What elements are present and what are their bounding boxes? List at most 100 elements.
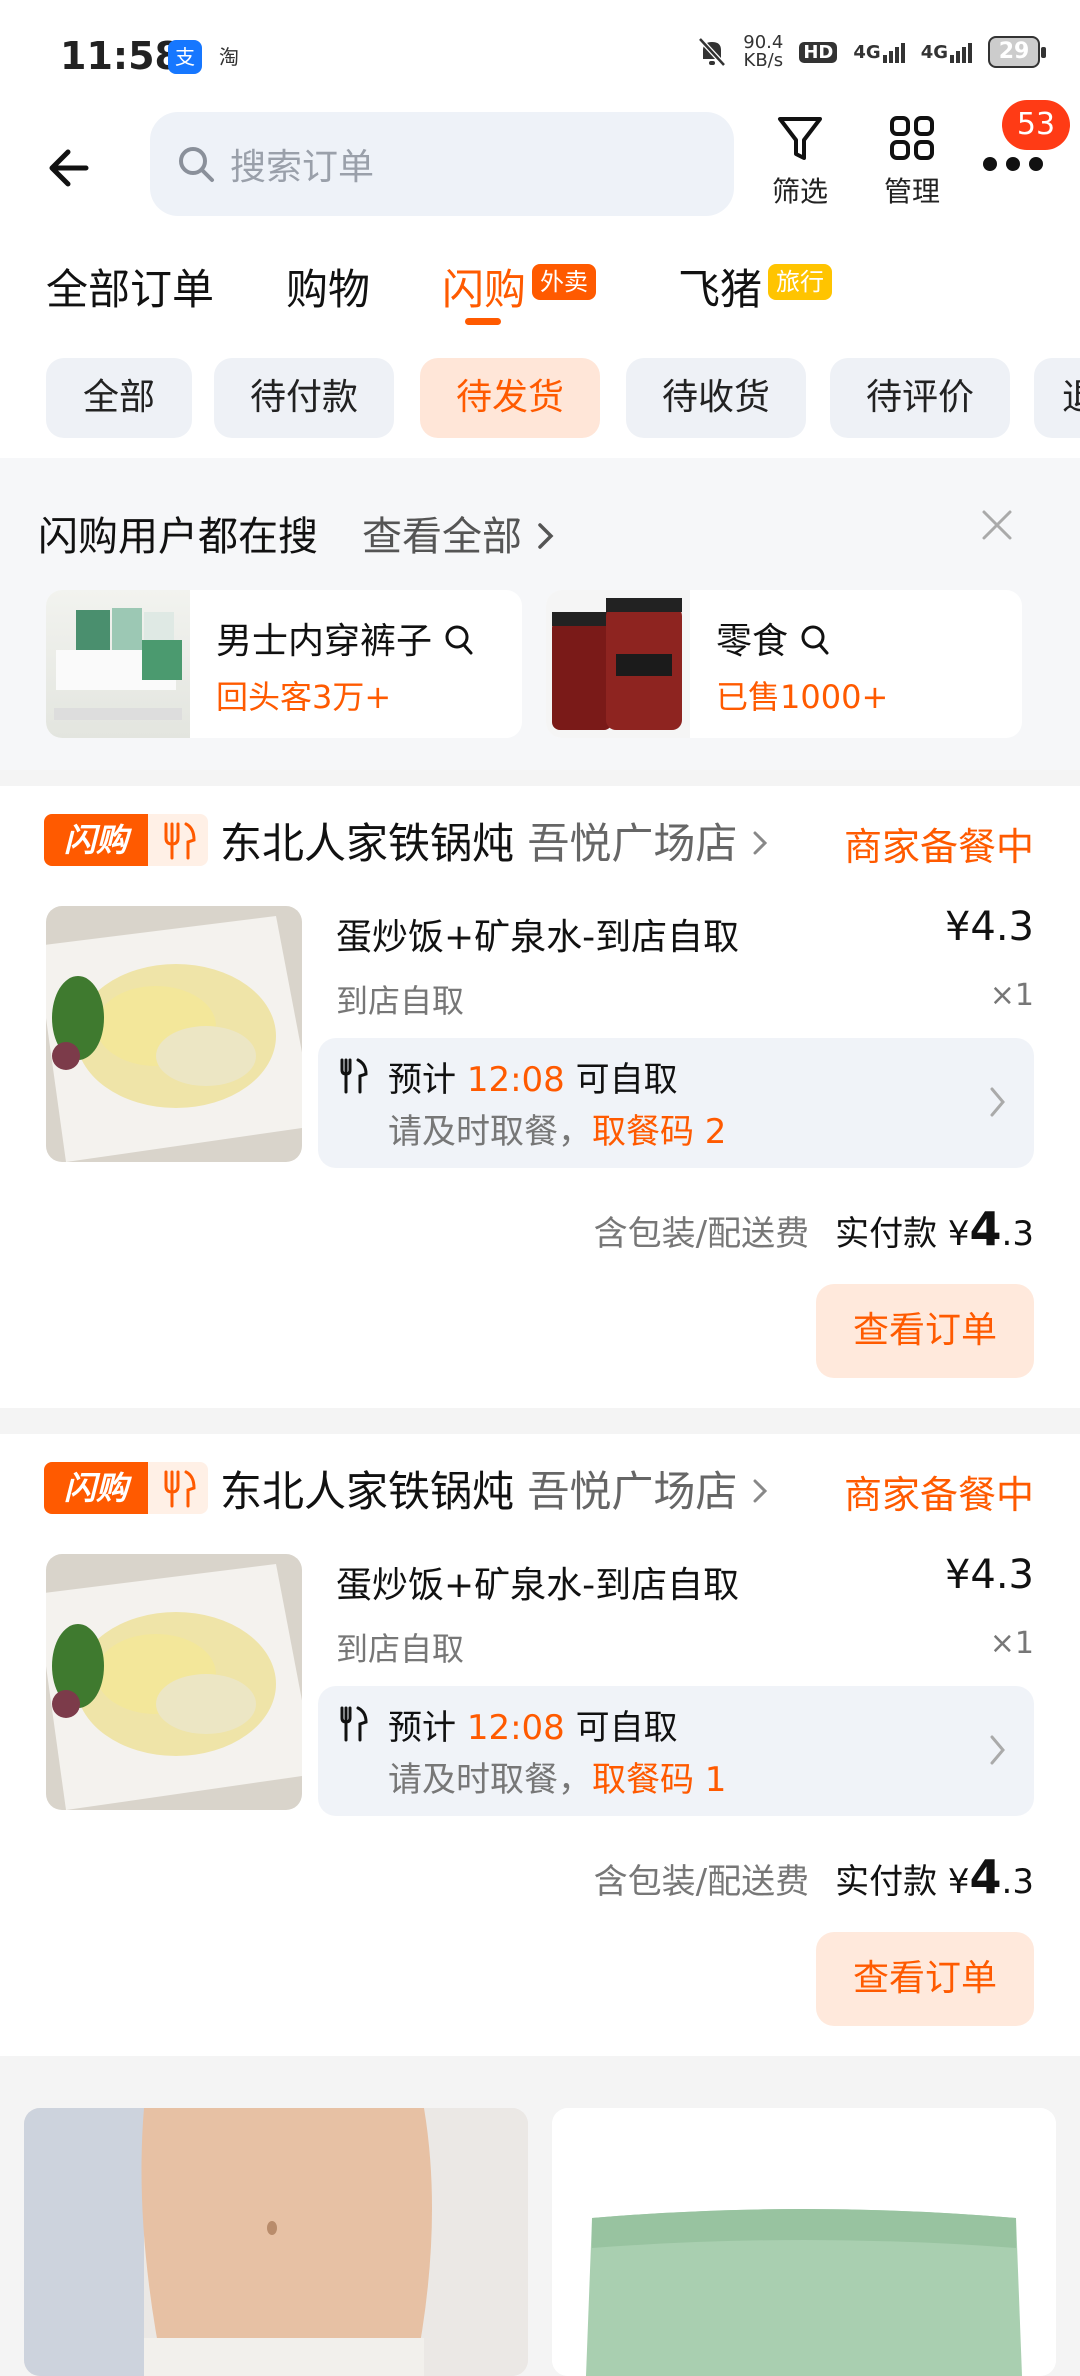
shop-branch: 吾悦广场店 [527, 819, 738, 868]
tab-all-orders[interactable]: 全部订单 [46, 256, 214, 317]
chevron-right-icon [537, 523, 554, 549]
hot-card-title: 零食 [716, 612, 831, 664]
food-image [46, 906, 302, 1162]
search-icon [179, 147, 214, 182]
fee-note: 含包装/配送费 [593, 1214, 810, 1254]
flash-badge: 闪购 [44, 1462, 148, 1514]
more-icon[interactable] [980, 154, 1046, 174]
product-image-torso [24, 2108, 528, 2376]
fee-note: 含包装/配送费 [593, 1862, 810, 1902]
manage-button[interactable]: 管理 [862, 114, 962, 210]
header: 搜索订单 筛选 管理 [0, 110, 1080, 230]
search-placeholder: 搜索订单 [230, 147, 375, 188]
see-all-label: 查看全部 [362, 514, 522, 560]
hot-card-title: 男士内穿裤子 [216, 612, 475, 664]
chevron-right-icon [753, 1479, 767, 1503]
chevron-right-icon [753, 831, 767, 855]
alipay-icon: 支 [168, 40, 202, 74]
close-icon[interactable] [980, 508, 1014, 542]
pickup-time-line: 预计 12:08 可自取 [388, 1052, 678, 1101]
see-all-link[interactable]: 查看全部 [362, 504, 557, 562]
hot-search-title: 闪购用户都在搜 [38, 514, 318, 560]
paid-int: 4 [969, 1202, 1002, 1256]
hot-card-title-text: 男士内穿裤子 [216, 621, 433, 662]
filter-label: 筛选 [771, 175, 828, 208]
net-speed: 90.4 KB/s [743, 34, 783, 70]
pickup-remind: 请及时取餐， [388, 1760, 592, 1800]
product-card[interactable] [552, 2108, 1056, 2376]
item-name: 蛋炒饭+矿泉水-到店自取 [336, 917, 740, 958]
search-icon [445, 625, 473, 655]
pickup-time: 12:08 [466, 1060, 565, 1100]
paid-amount: 实付款 ¥4.3 [835, 1850, 1034, 1904]
chip-refund[interactable]: 退 [1034, 358, 1080, 438]
chip-all[interactable]: 全部 [46, 358, 192, 438]
item-sub: 到店自取 [336, 982, 465, 1020]
pickup-info[interactable]: 预计 12:08 可自取 请及时取餐，取餐码 1 [318, 1686, 1034, 1816]
hot-search-section: 闪购用户都在搜 查看全部 男士内穿裤子 回头客3万+ 零食 已售1000+ [0, 458, 1080, 770]
item-price: ¥4.3 [944, 1552, 1034, 1598]
chip-to-review[interactable]: 待评价 [830, 358, 1010, 438]
pickup-time-line: 预计 12:08 可自取 [388, 1700, 678, 1749]
hot-card-underwear[interactable]: 男士内穿裤子 回头客3万+ [46, 590, 522, 738]
view-order-button[interactable]: 查看订单 [816, 1284, 1034, 1378]
pickup-remind-line: 请及时取餐，取餐码 2 [388, 1104, 726, 1153]
view-order-button[interactable]: 查看订单 [816, 1932, 1034, 2026]
pickup-time: 12:08 [466, 1708, 565, 1748]
pickup-suffix: 可自取 [575, 1060, 678, 1100]
underwear-product-image [46, 590, 190, 738]
tab-fliggy[interactable]: 飞猪 旅行 [678, 256, 833, 317]
pickup-info[interactable]: 预计 12:08 可自取 请及时取餐，取餐码 2 [318, 1038, 1034, 1168]
order-card: 闪购 东北人家铁锅炖 吾悦广场店 商家备餐中 蛋炒饭+矿泉水-到店自取 ¥4.3… [0, 1434, 1080, 2056]
snack-jar-graphic [552, 598, 682, 730]
back-arrow-icon[interactable] [46, 138, 106, 198]
status-chips: 全部 待付款 待发货 待收货 待评价 退 [0, 358, 1080, 440]
tab-all-orders-label: 全部订单 [46, 265, 215, 314]
paid-currency: ¥ [947, 1214, 970, 1254]
hot-card-sub: 回头客3万+ [216, 678, 392, 716]
filter-button[interactable]: 筛选 [750, 114, 850, 210]
filter-icon [778, 117, 822, 160]
shop-name[interactable]: 东北人家铁锅炖 吾悦广场店 [220, 1458, 771, 1519]
flash-badge: 闪购 [44, 814, 148, 866]
signal-1-label: 4G [853, 41, 881, 63]
pickup-remind-line: 请及时取餐，取餐码 1 [388, 1752, 726, 1801]
hot-card-snacks[interactable]: 零食 已售1000+ [546, 590, 1022, 738]
item-qty: ×1 [989, 1626, 1034, 1661]
paid-int: 4 [969, 1850, 1002, 1904]
shop-name-text: 东北人家铁锅炖 [220, 819, 515, 868]
order-tabs: 全部订单 购物 闪购 外卖 飞猪 旅行 [0, 250, 1080, 330]
paid-label: 实付款 [835, 1214, 938, 1254]
tab-shopping[interactable]: 购物 [286, 256, 370, 317]
chevron-right-icon [990, 1735, 1005, 1765]
item-name: 蛋炒饭+矿泉水-到店自取 [336, 1565, 740, 1606]
food-image [46, 1554, 302, 1810]
pickup-code: 取餐码 1 [592, 1760, 727, 1800]
grid-icon [890, 116, 934, 160]
hot-card-sub: 已售1000+ [716, 678, 889, 716]
paid-label: 实付款 [835, 1862, 938, 1902]
signal-1-icon: 4G [853, 41, 905, 63]
paid-currency: ¥ [947, 1862, 970, 1902]
shop-name[interactable]: 东北人家铁锅炖 吾悦广场店 [220, 810, 771, 871]
pickup-prefix: 预计 [388, 1060, 456, 1100]
product-image-shorts [552, 2108, 1056, 2376]
product-card[interactable] [24, 2108, 528, 2376]
chip-to-ship[interactable]: 待发货 [420, 358, 600, 438]
tab-fliggy-tag: 旅行 [768, 264, 833, 300]
utensils-icon [164, 1470, 196, 1508]
utensils-badge [148, 814, 208, 866]
fried-rice-graphic [46, 906, 302, 1162]
status-bar: 11:58 支 淘 90.4 KB/s HD 4G 4G 29 [0, 0, 1080, 110]
underwear-box-graphic [54, 608, 182, 720]
snack-product-image [546, 590, 690, 738]
item-sub: 到店自取 [336, 1630, 465, 1668]
signal-2-label: 4G [920, 41, 948, 63]
search-input[interactable]: 搜索订单 [150, 112, 734, 216]
utensils-icon [340, 1058, 368, 1094]
chip-to-receive[interactable]: 待收货 [626, 358, 806, 438]
chip-unpaid[interactable]: 待付款 [214, 358, 394, 438]
hd-icon: HD [799, 41, 838, 63]
tab-fliggy-label: 飞猪 [678, 265, 763, 314]
tab-flash[interactable]: 闪购 外卖 [442, 256, 597, 317]
